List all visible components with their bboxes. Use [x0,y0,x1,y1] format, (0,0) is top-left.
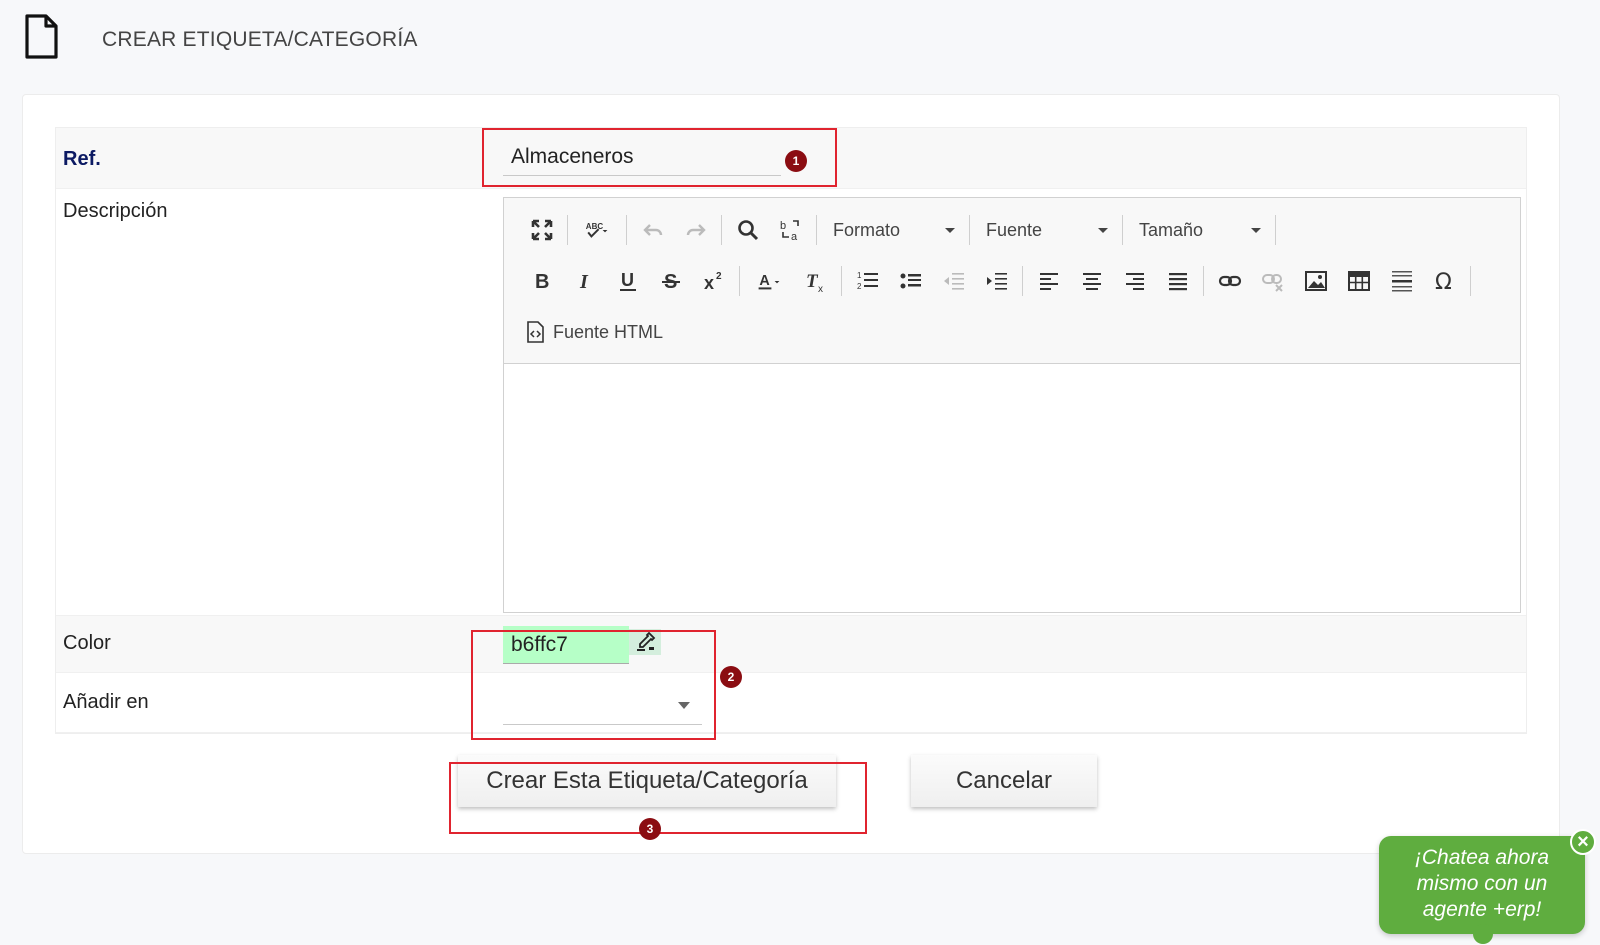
toolbar-separator [816,215,817,245]
decrease-indent-icon[interactable] [932,263,975,299]
ref-label: Ref. [63,148,101,170]
chat-bubble-tail [1473,924,1493,944]
format-dropdown-label: Formato [833,219,901,240]
horizontal-line-icon[interactable] [1380,263,1423,299]
svg-text:a: a [791,231,798,242]
page-header [24,14,58,60]
chevron-down-icon [1251,227,1261,233]
chevron-down-icon [1098,227,1108,233]
svg-text:U: U [621,270,634,290]
toolbar-separator [721,215,722,245]
svg-text:B: B [535,271,549,293]
bold-icon[interactable]: B [520,263,563,299]
row-anadir: Añadir en [56,673,1526,733]
chevron-down-icon [945,227,955,233]
form-card: Ref. Descripción ABC [22,94,1560,854]
increase-indent-icon[interactable] [975,263,1018,299]
chat-close-icon[interactable]: × [1570,829,1596,855]
row-color: Color b6ffc7 [56,616,1526,673]
undo-icon[interactable] [631,212,674,248]
toolbar-separator [1122,215,1123,245]
svg-text:2: 2 [716,271,722,282]
svg-text:Ω: Ω [1435,270,1452,293]
annotation-badge-2: 2 [720,666,742,688]
image-icon[interactable] [1294,263,1337,299]
format-dropdown[interactable]: Formato [821,212,965,248]
toolbar-separator [626,215,627,245]
redo-icon[interactable] [674,212,717,248]
find-icon[interactable] [726,212,769,248]
toolbar-separator [567,215,568,245]
svg-text:x: x [704,273,714,293]
special-char-icon[interactable]: Ω [1423,263,1466,299]
annotation-badge-3: 3 [639,818,661,840]
svg-text:ABC: ABC [586,222,604,231]
color-label: Color [63,632,111,654]
cancel-button[interactable]: Cancelar [911,755,1097,807]
font-dropdown-label: Fuente [986,219,1043,240]
superscript-icon[interactable]: x2 [692,263,735,299]
color-picker-button[interactable] [629,629,661,655]
toolbar-separator [1022,266,1023,296]
toolbar-separator [969,215,970,245]
annotation-badge-1: 1 [785,150,807,172]
page-title: CREAR ETIQUETA/CATEGORÍA [102,28,418,51]
strikethrough-icon[interactable]: S [649,263,692,299]
toolbar-separator [739,266,740,296]
anadir-select[interactable] [503,685,702,725]
create-tag-button[interactable]: Crear Esta Etiqueta/Categoría [458,755,836,807]
align-left-icon[interactable] [1027,263,1070,299]
svg-text:A: A [759,273,770,289]
size-dropdown[interactable]: Tamaño [1127,212,1271,248]
rich-text-editor: ABC ba Formato Fuente Tamaño B I U S x 2… [503,197,1521,613]
italic-icon[interactable]: I [563,263,606,299]
anadir-label: Añadir en [63,691,149,713]
align-right-icon[interactable] [1113,263,1156,299]
align-center-icon[interactable] [1070,263,1113,299]
chat-line-2: mismo con un [1416,872,1548,895]
svg-text:I: I [579,271,589,293]
eyedropper-icon [637,631,656,651]
toolbar-separator [1203,266,1204,296]
source-code-icon [527,321,544,343]
spellcheck-icon[interactable]: ABC [572,212,622,248]
chat-line-1: ¡Chatea ahora [1414,846,1550,869]
table-icon[interactable] [1337,263,1380,299]
font-dropdown[interactable]: Fuente [974,212,1118,248]
size-dropdown-label: Tamaño [1139,219,1204,240]
editor-content-area[interactable] [504,364,1520,612]
form-table: Ref. Descripción ABC [55,127,1527,734]
underline-icon[interactable]: U [606,263,649,299]
chevron-down-icon [678,702,690,709]
row-description: Descripción ABC b a Formato Fuente Tamañ… [56,189,1526,616]
source-html-button[interactable]: Fuente HTML [520,314,667,350]
chat-line-3: agente +erp! [1422,898,1542,921]
source-html-label: Fuente HTML [553,321,664,342]
text-color-icon[interactable]: A [744,263,794,299]
bulleted-list-icon[interactable] [889,263,932,299]
numbered-list-icon[interactable]: 12 [846,263,889,299]
justify-icon[interactable] [1156,263,1199,299]
chat-widget[interactable]: ¡Chatea ahora mismo con un agente +erp! [1379,836,1585,944]
editor-toolbar: ABC ba Formato Fuente Tamaño B I U S x 2… [504,198,1520,364]
remove-format-icon[interactable]: Tx [794,263,837,299]
link-icon[interactable] [1208,263,1251,299]
unlink-icon[interactable] [1251,263,1294,299]
svg-text:2: 2 [857,282,862,291]
toolbar-separator [1275,215,1276,245]
color-input[interactable]: b6ffc7 [503,626,629,664]
description-label: Descripción [63,200,168,222]
maximize-icon[interactable] [520,212,563,248]
toolbar-separator [1470,266,1471,296]
svg-text:x: x [818,284,823,293]
description-label-cell: Descripción [56,189,497,615]
svg-text:b: b [780,220,786,232]
ref-input[interactable] [503,138,781,176]
toolbar-separator [841,266,842,296]
svg-text:1: 1 [857,271,862,280]
replace-icon[interactable]: ba [769,212,812,248]
document-icon [25,14,58,59]
